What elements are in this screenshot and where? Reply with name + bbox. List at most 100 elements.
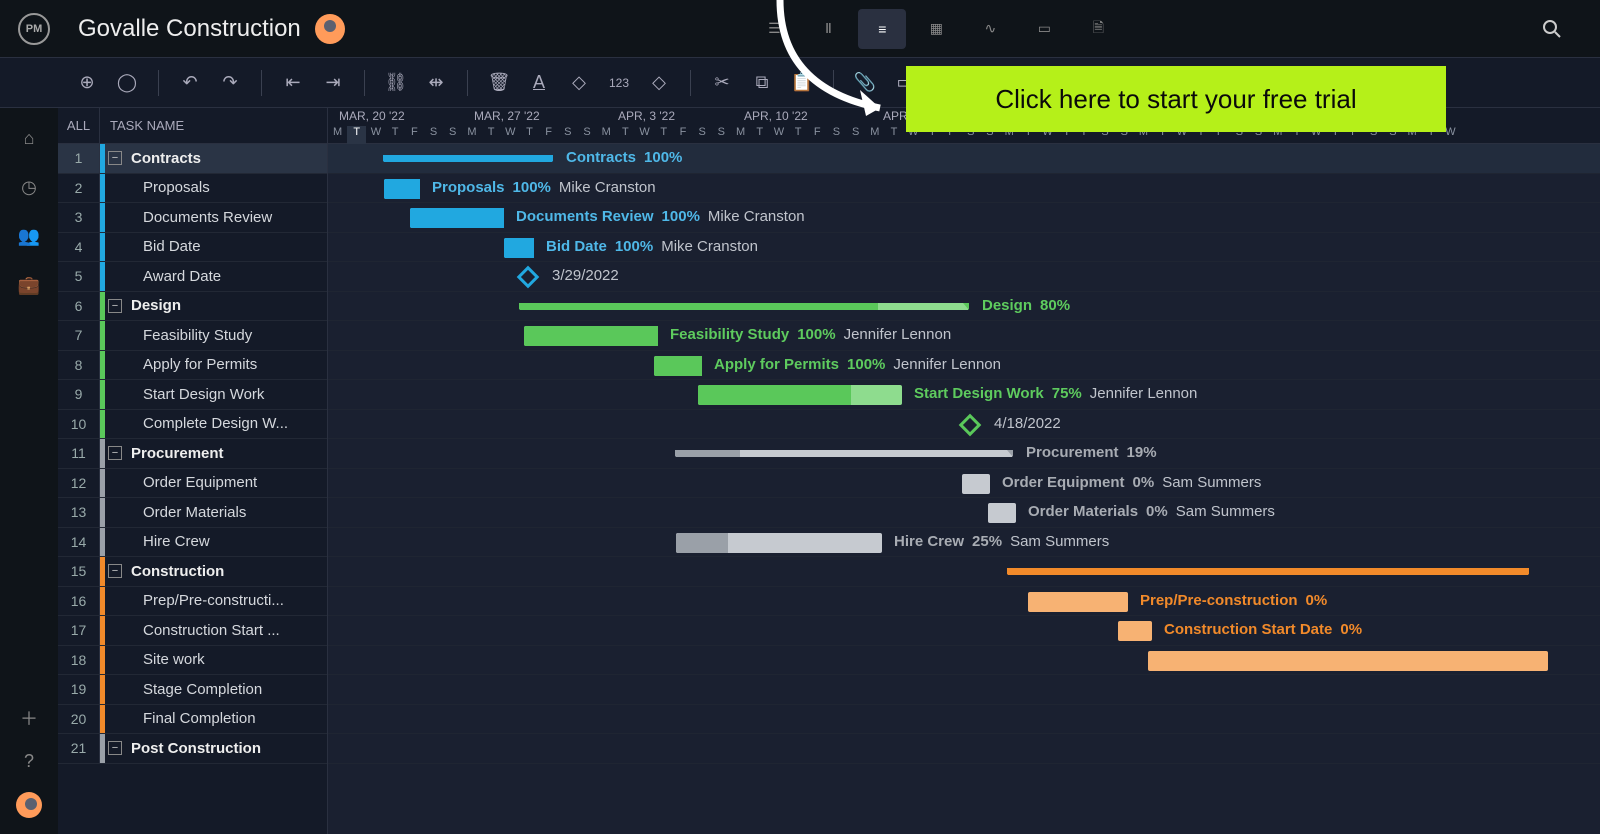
outdent-icon[interactable]: ⇤ [280,70,306,96]
gantt-chart[interactable]: MAR, 20 '22MAR, 27 '22APR, 3 '22APR, 10 … [328,108,1600,834]
gantt-row[interactable]: 4/18/2022 [328,410,1600,440]
gantt-row[interactable]: Bid Date 100% Mike Cranston [328,233,1600,263]
task-bar[interactable] [962,474,990,494]
summary-bar[interactable] [1008,568,1528,575]
collapse-icon[interactable]: − [108,299,122,313]
collapse-icon[interactable]: − [108,741,122,755]
summary-bar[interactable] [384,155,552,162]
number-icon[interactable]: 123 [606,70,632,96]
bar-assignee: Jennifer Lennon [1090,385,1198,402]
bar-pct: 100% [847,356,885,373]
task-row[interactable]: 21 − Post Construction [58,734,327,764]
task-row[interactable]: 13 Order Materials [58,498,327,528]
font-icon[interactable]: A [526,70,552,96]
task-row[interactable]: 3 Documents Review [58,203,327,233]
task-row[interactable]: 4 Bid Date [58,233,327,263]
gantt-row[interactable]: Construction Start Date 0% [328,616,1600,646]
gantt-row[interactable]: Procurement 19% [328,439,1600,469]
gantt-row[interactable]: Hire Crew 25% Sam Summers [328,528,1600,558]
task-bar[interactable] [988,503,1016,523]
summary-bar[interactable] [520,303,968,310]
collapse-icon[interactable]: − [108,446,122,460]
col-all[interactable]: ALL [58,108,100,143]
milestone-icon[interactable]: ◇ [646,70,672,96]
add-task-icon[interactable]: ⊕ [74,70,100,96]
task-row[interactable]: 5 Award Date [58,262,327,292]
app-logo[interactable]: PM [18,13,50,45]
home-icon[interactable]: ⌂ [24,128,35,149]
gantt-row[interactable]: Proposals 100% Mike Cranston [328,174,1600,204]
calendar-view-icon[interactable]: ▭ [1020,9,1068,49]
task-row[interactable]: 10 Complete Design W... [58,410,327,440]
delete-icon[interactable]: 🗑 [486,70,512,96]
gantt-row[interactable]: Feasibility Study 100% Jennifer Lennon [328,321,1600,351]
task-row[interactable]: 15 − Construction [58,557,327,587]
task-bar[interactable] [384,179,420,199]
collapse-icon[interactable]: − [108,564,122,578]
cut-icon[interactable]: ✂ [709,70,735,96]
gantt-row[interactable]: Order Materials 0% Sam Summers [328,498,1600,528]
task-bar[interactable] [504,238,534,258]
task-bar[interactable] [1148,651,1548,671]
task-name: Contracts [127,150,327,167]
gantt-row[interactable]: Start Design Work 75% Jennifer Lennon [328,380,1600,410]
task-row[interactable]: 1 − Contracts [58,144,327,174]
task-bar[interactable] [410,208,504,228]
task-row[interactable]: 9 Start Design Work [58,380,327,410]
file-view-icon[interactable]: 🗎 [1074,9,1122,49]
search-icon[interactable] [1528,9,1576,49]
gantt-row[interactable]: Design 80% [328,292,1600,322]
gantt-row[interactable]: Documents Review 100% Mike Cranston [328,203,1600,233]
task-row[interactable]: 12 Order Equipment [58,469,327,499]
task-row[interactable]: 17 Construction Start ... [58,616,327,646]
activity-view-icon[interactable]: ∿ [966,9,1014,49]
collapse-icon[interactable]: − [108,151,122,165]
indent-icon[interactable]: ⇥ [320,70,346,96]
recent-icon[interactable]: ◷ [21,177,37,198]
task-row[interactable]: 8 Apply for Permits [58,351,327,381]
gantt-row[interactable] [328,557,1600,587]
gantt-row[interactable] [328,734,1600,764]
fill-icon[interactable]: ◇ [566,70,592,96]
task-bar[interactable] [654,356,702,376]
gantt-row[interactable]: Apply for Permits 100% Jennifer Lennon [328,351,1600,381]
gantt-row[interactable] [328,646,1600,676]
col-taskname[interactable]: TASK NAME [100,118,184,133]
assign-icon[interactable]: ◯ [114,70,140,96]
milestone-icon[interactable] [517,266,540,289]
task-row[interactable]: 18 Site work [58,646,327,676]
row-color-bar [100,557,105,586]
task-row[interactable]: 19 Stage Completion [58,675,327,705]
team-icon[interactable]: 👥 [18,226,40,247]
task-row[interactable]: 2 Proposals [58,174,327,204]
gantt-row[interactable]: Contracts 100% [328,144,1600,174]
free-trial-cta[interactable]: Click here to start your free trial [906,66,1446,132]
gantt-row[interactable]: Prep/Pre-construction 0% [328,587,1600,617]
summary-bar[interactable] [676,450,1012,457]
task-row[interactable]: 14 Hire Crew [58,528,327,558]
link-icon[interactable]: ⛓ [383,70,409,96]
gantt-row[interactable] [328,675,1600,705]
task-bar[interactable] [698,385,902,405]
portfolio-icon[interactable]: 💼 [18,275,40,296]
help-icon[interactable]: ? [24,751,34,772]
task-bar[interactable] [676,533,882,553]
add-nav-icon[interactable]: ＋ [20,705,38,731]
task-row[interactable]: 6 − Design [58,292,327,322]
gantt-row[interactable]: 3/29/2022 [328,262,1600,292]
milestone-icon[interactable] [959,413,982,436]
task-bar[interactable] [1118,621,1152,641]
task-row[interactable]: 11 − Procurement [58,439,327,469]
rail-avatar-icon[interactable] [16,792,42,818]
task-row[interactable]: 16 Prep/Pre-constructi... [58,587,327,617]
task-row[interactable]: 20 Final Completion [58,705,327,735]
undo-icon[interactable]: ↶ [177,70,203,96]
gantt-row[interactable] [328,705,1600,735]
task-bar[interactable] [524,326,658,346]
task-row[interactable]: 7 Feasibility Study [58,321,327,351]
task-bar[interactable] [1028,592,1128,612]
user-avatar-icon[interactable] [315,14,345,44]
gantt-row[interactable]: Order Equipment 0% Sam Summers [328,469,1600,499]
redo-icon[interactable]: ↷ [217,70,243,96]
unlink-icon[interactable]: ⇹ [423,70,449,96]
